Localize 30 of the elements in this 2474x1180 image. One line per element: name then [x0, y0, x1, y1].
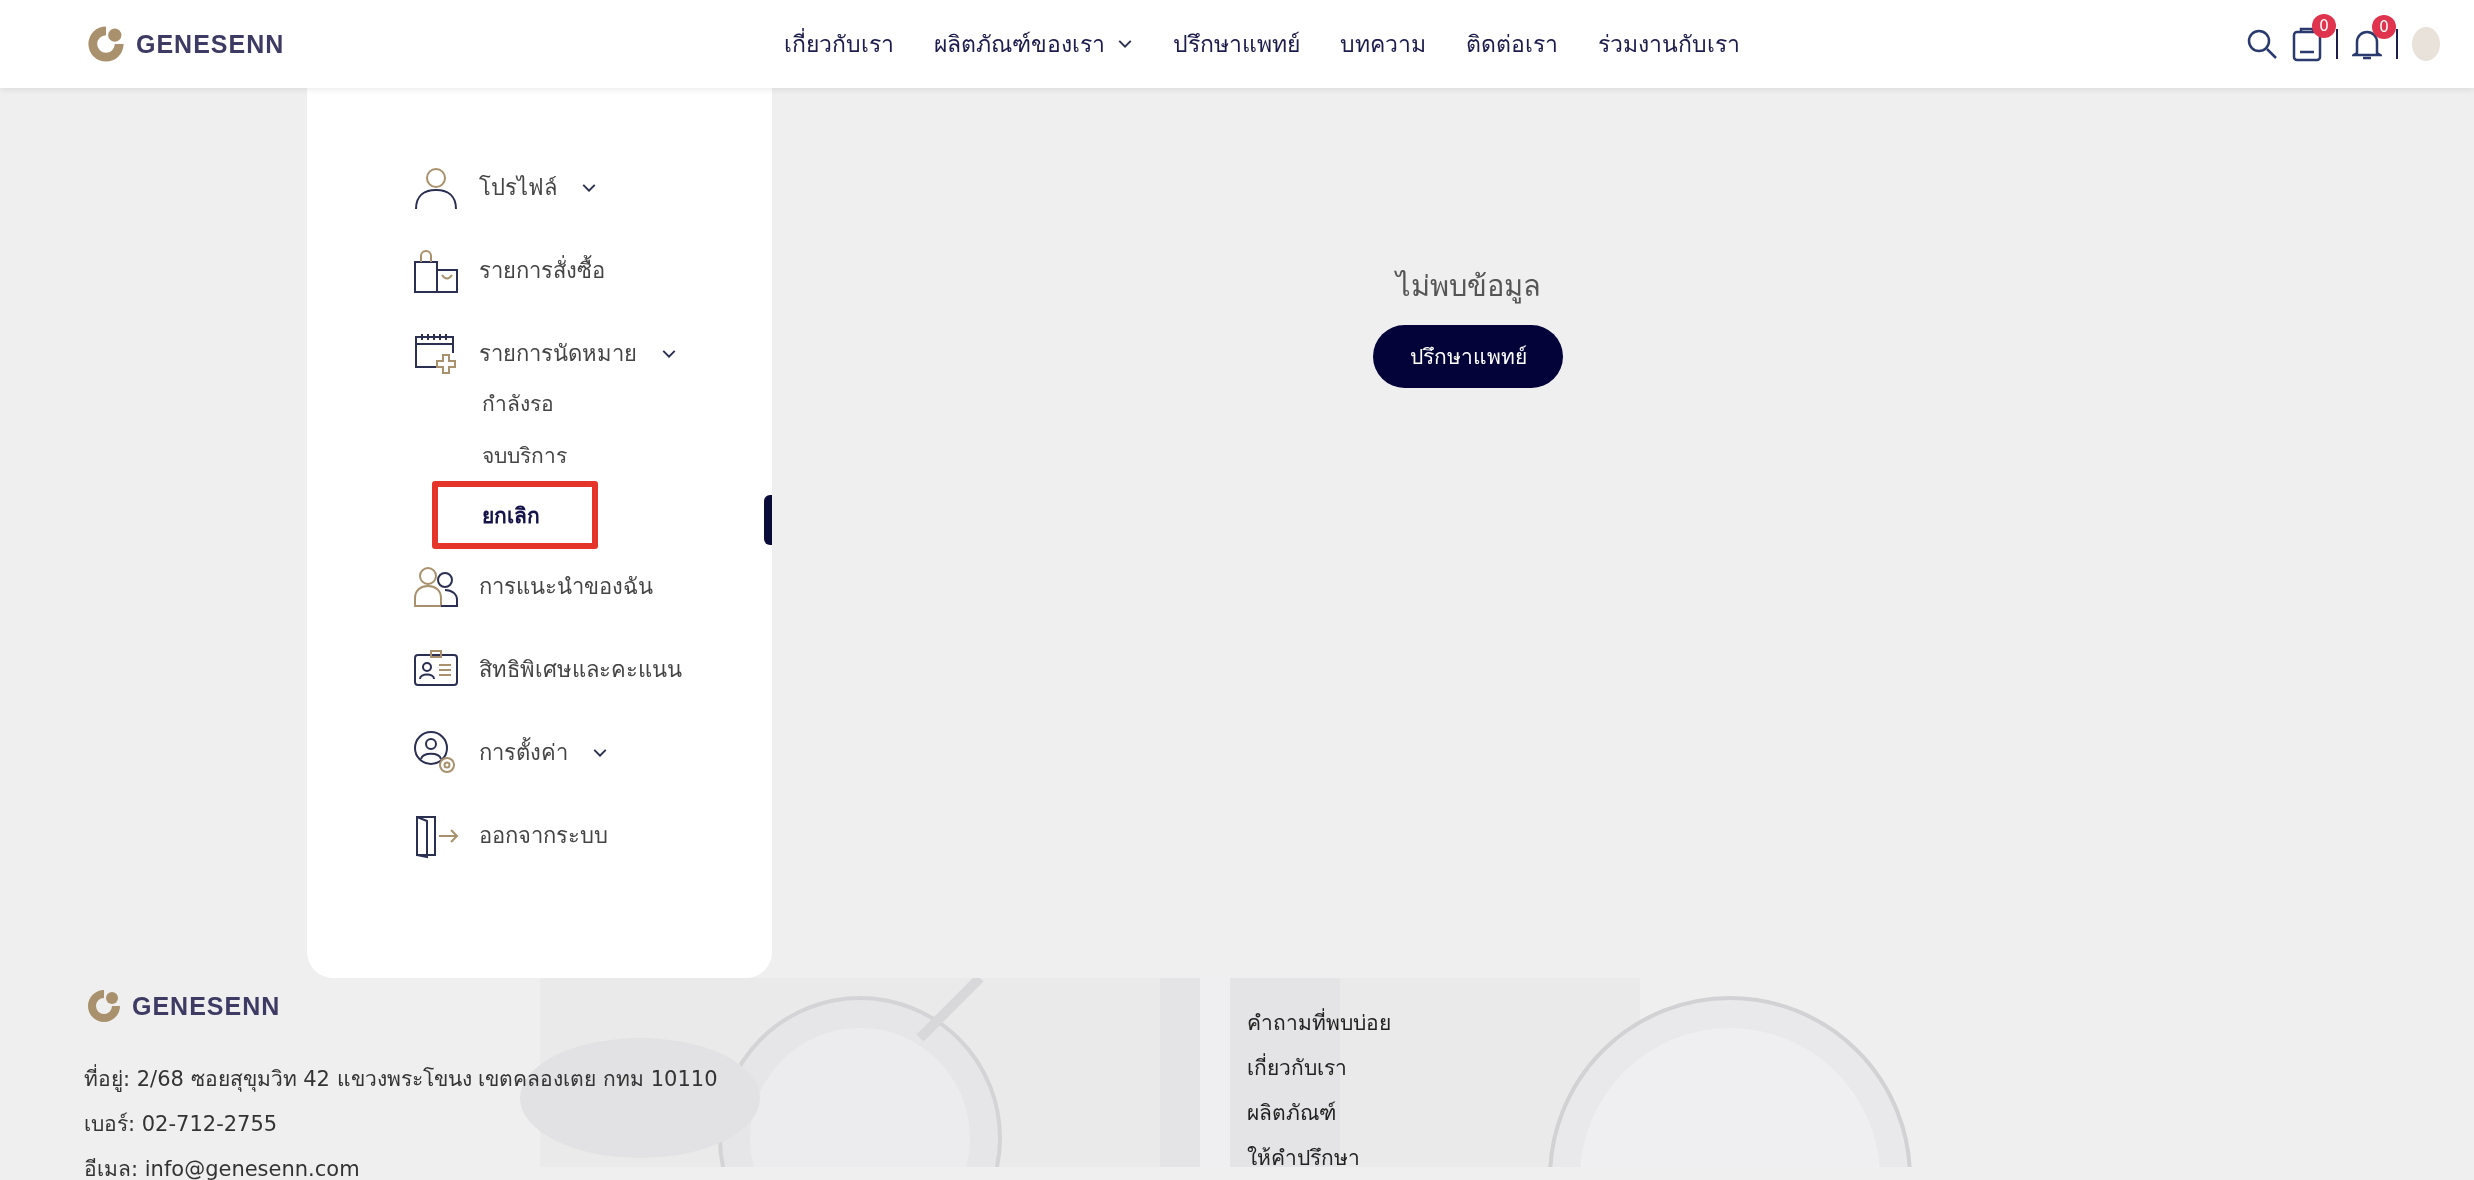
sidebar-item[interactable]: สิทธิพิเศษและคะแนน	[413, 628, 682, 711]
consult-button[interactable]: ปรึกษาแพทย์	[1373, 325, 1563, 388]
brand-logo-text: GENESENN	[136, 29, 285, 59]
nav-link[interactable]: ปรึกษาแพทย์	[1173, 26, 1301, 62]
sidebar-item[interactable]: รายการสั่งซื้อ	[413, 229, 605, 312]
footer-link[interactable]: คำถามที่พบบ่อย	[1247, 1000, 1391, 1045]
nav-link[interactable]: ผลิตภัณฑ์ของเรา	[934, 26, 1134, 62]
search-icon[interactable]	[2246, 28, 2278, 60]
contact-text: อีเมล: info@genesenn.com	[84, 1156, 361, 1180]
nav-link[interactable]: เกี่ยวกับเรา	[784, 26, 895, 62]
notification-button[interactable]: 0	[2352, 15, 2396, 61]
cart-button[interactable]: 0	[2292, 14, 2336, 62]
submenu-item[interactable]: จบบริการ	[432, 429, 598, 481]
nav-link[interactable]: บทความ	[1340, 26, 1427, 62]
footer-link[interactable]: ผลิตภัณฑ์	[1247, 1090, 1391, 1135]
footer-link[interactable]: เกี่ยวกับเรา	[1247, 1045, 1391, 1090]
footer-link[interactable]: ให้คำปรึกษา	[1247, 1135, 1391, 1180]
contact-text: ที่อยู่: 2/68 ซอยสุขุมวิท 42 แขวงพระโขนง เขตคลองเตย กทม 10110	[84, 1056, 1247, 1101]
cart-count-badge: 0	[2312, 14, 2336, 38]
notification-count-badge: 0	[2372, 15, 2396, 39]
nav-link[interactable]: ร่วมงานกับเรา	[1598, 26, 1741, 62]
sidebar-item[interactable]: โปรไฟล์	[413, 146, 597, 229]
side-handle[interactable]	[764, 495, 772, 545]
submenu-item[interactable]: ยกเลิก	[432, 481, 598, 549]
empty-message: ไม่พบข้อมูล	[1395, 268, 1541, 306]
sidebar-item[interactable]: การตั้งค่า	[413, 711, 608, 794]
sidebar-item[interactable]: ออกจากระบบ	[413, 794, 608, 877]
contact-text: เบอร์: 02-712-2755	[84, 1111, 279, 1138]
nav-link[interactable]: ติดต่อเรา	[1466, 26, 1559, 62]
brand-logo-text: GENESENN	[132, 991, 281, 1021]
